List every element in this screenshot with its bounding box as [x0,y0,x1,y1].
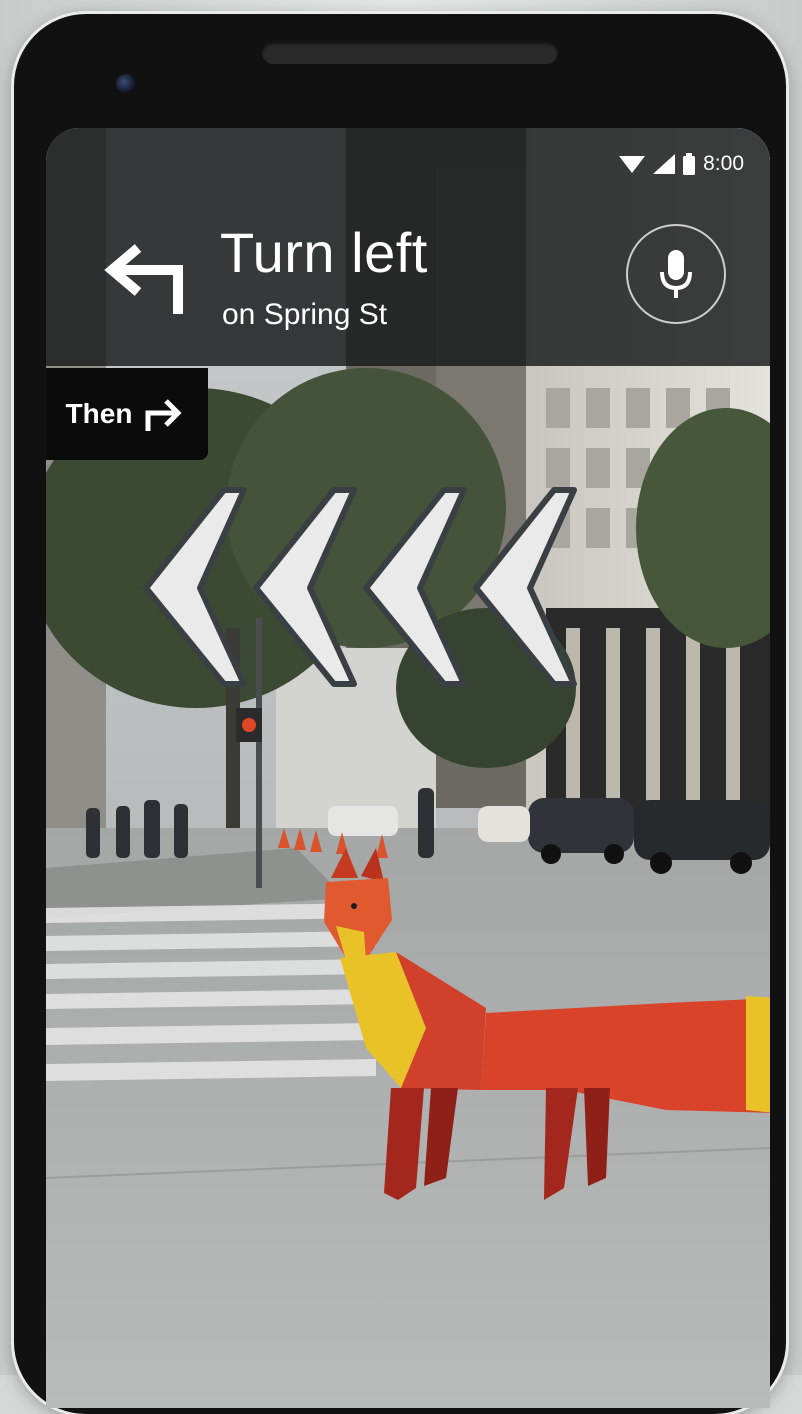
ar-chevron-left-icon [253,487,357,687]
status-bar: 8:00 [619,152,744,176]
wifi-icon [619,156,646,173]
turn-right-arrow-icon [145,399,182,431]
voice-search-button[interactable] [626,224,726,324]
ar-camera-view: 8:00 Turn left on Spring St Then [46,128,770,1408]
phone-frame: 8:00 Turn left on Spring St Then [14,14,786,1414]
ar-chevron-left-icon [473,487,577,687]
microphone-icon [660,250,692,298]
ar-chevron-left-icon [143,487,247,687]
signal-icon [653,154,676,174]
turn-instruction: Turn left [220,221,428,284]
speaker-grille [262,42,558,64]
turn-left-arrow-icon [104,244,183,314]
status-time: 8:00 [703,152,744,175]
ar-guide-arrows [143,487,577,687]
battery-icon [683,153,696,175]
fox-guide [324,848,770,1200]
next-turn-chip: Then [46,368,208,460]
front-camera [116,74,136,94]
then-label: Then [65,398,133,429]
street-name: on Spring St [222,298,388,331]
navigation-header: 8:00 Turn left on Spring St [46,128,770,366]
ar-chevron-left-icon [363,487,467,687]
